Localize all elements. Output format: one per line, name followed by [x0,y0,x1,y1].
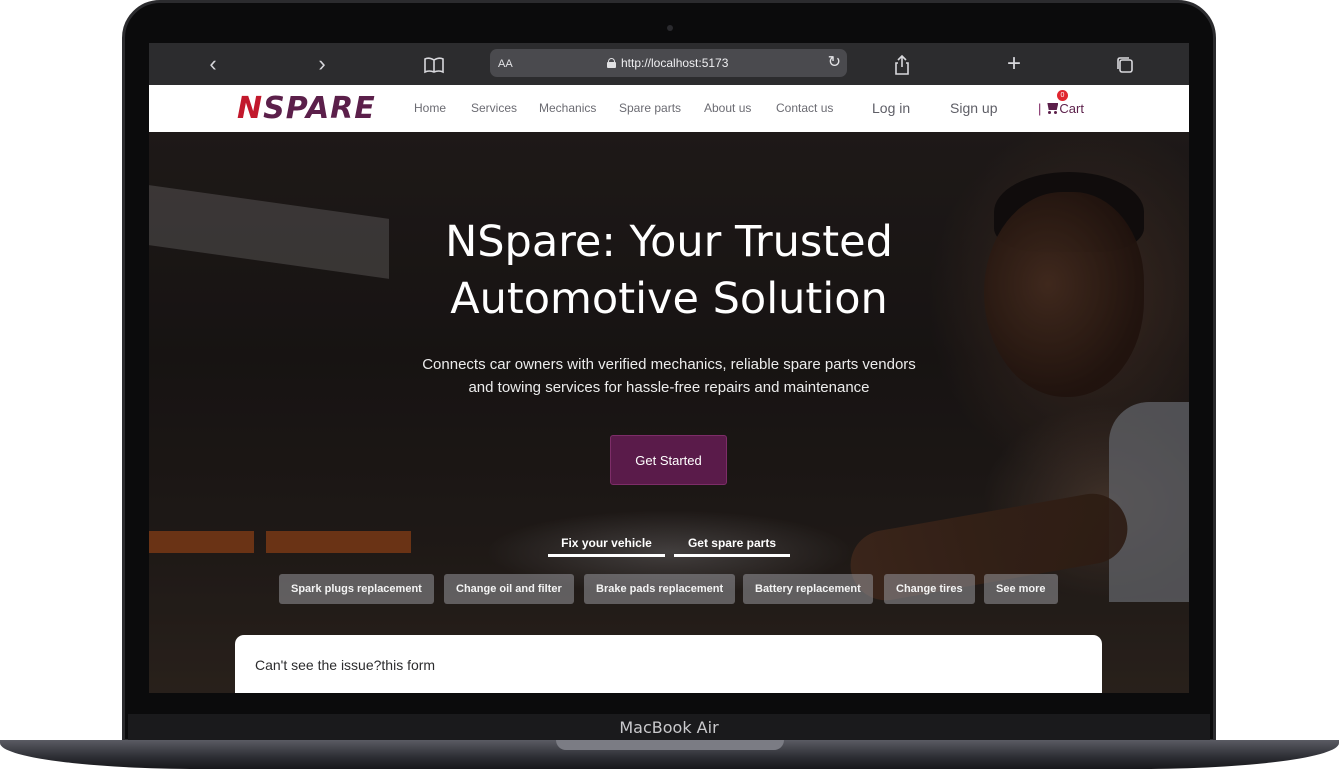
issue-form-text[interactable]: Can't see the issue?this form [255,657,435,673]
browser-toolbar: ‹ › AA http://localhost:5173 ↻ + [149,43,1189,85]
reload-icon[interactable]: ↻ [828,49,841,77]
nspare-logo[interactable]: NSPARE [237,91,376,126]
share-icon[interactable] [887,43,917,85]
service-chip-battery[interactable]: Battery replacement [743,574,873,604]
forward-icon[interactable]: › [307,43,337,85]
nav-mechanics[interactable]: Mechanics [539,85,596,132]
lock-icon [607,58,616,68]
new-tab-icon[interactable]: + [999,43,1029,85]
laptop-hinge-notch [556,740,784,750]
laptop-chin: MacBook Air [128,714,1210,742]
issue-form-card: Can't see the issue?this form [235,635,1102,693]
nav-home[interactable]: Home [414,85,446,132]
site-header: NSPARE Home Services Mechanics Spare par… [149,85,1189,132]
cart-icon [1045,102,1059,114]
tabs-overview-icon[interactable] [1110,43,1140,85]
service-chip-tires[interactable]: Change tires [884,574,975,604]
tab-fix-your-vehicle[interactable]: Fix your vehicle [548,533,665,557]
bookmarks-icon[interactable] [419,43,449,85]
address-bar[interactable]: AA http://localhost:5173 ↻ [490,49,847,77]
see-more-chip[interactable]: See more [984,574,1058,604]
back-icon[interactable]: ‹ [198,43,228,85]
device-label: MacBook Air [619,718,719,737]
get-started-button[interactable]: Get Started [610,435,727,485]
service-chip-oil-filter[interactable]: Change oil and filter [444,574,574,604]
nav-services[interactable]: Services [471,85,517,132]
cart-count-badge: 0 [1057,90,1068,101]
screen: ‹ › AA http://localhost:5173 ↻ + NSPARE … [149,43,1189,693]
hero-title: NSpare: Your Trusted Automotive Solution [445,217,893,324]
url-text: http://localhost:5173 [621,56,729,70]
service-chip-brake-pads[interactable]: Brake pads replacement [584,574,736,604]
cart-label: Cart [1059,101,1084,116]
service-chip-spark-plugs[interactable]: Spark plugs replacement [279,574,434,604]
signup-link[interactable]: Sign up [950,85,997,132]
nav-spare-parts[interactable]: Spare parts [619,85,681,132]
tab-get-spare-parts[interactable]: Get spare parts [674,533,790,557]
camera [667,25,673,31]
text-size-button[interactable]: AA [498,49,513,79]
hero-section: NSpare: Your Trusted Automotive Solution… [149,132,1189,693]
nav-contact-us[interactable]: Contact us [776,85,833,132]
hero-subtitle: Connects car owners with verified mechan… [422,356,916,396]
nav-about-us[interactable]: About us [704,85,751,132]
login-link[interactable]: Log in [872,85,910,132]
